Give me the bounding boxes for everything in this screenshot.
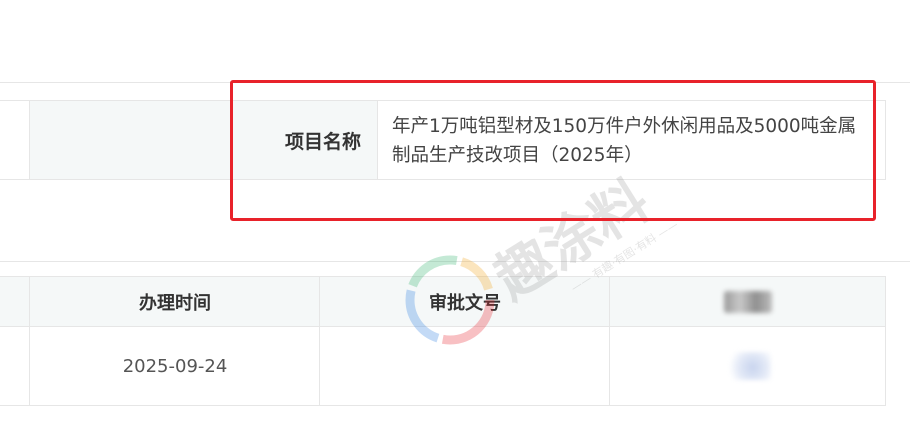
section-divider	[0, 261, 910, 262]
row-approval-number	[320, 327, 610, 405]
blurred-cell-content	[725, 352, 771, 380]
table-cell-date: 2025-09-24	[122, 355, 228, 377]
header-approval-number: 审批文号	[429, 292, 501, 314]
row-left-cell	[0, 101, 30, 179]
blurred-header-text	[724, 290, 772, 313]
header-handle-time: 办理时间	[139, 292, 211, 314]
red-highlight-box	[230, 80, 876, 221]
approval-col-left	[0, 277, 30, 405]
row-handle-time: 2025-09-24	[30, 327, 320, 405]
header-blurred	[610, 277, 886, 326]
approval-table: 办理时间 审批文号 2025-09-24	[0, 276, 886, 406]
row-blurred	[610, 327, 886, 405]
